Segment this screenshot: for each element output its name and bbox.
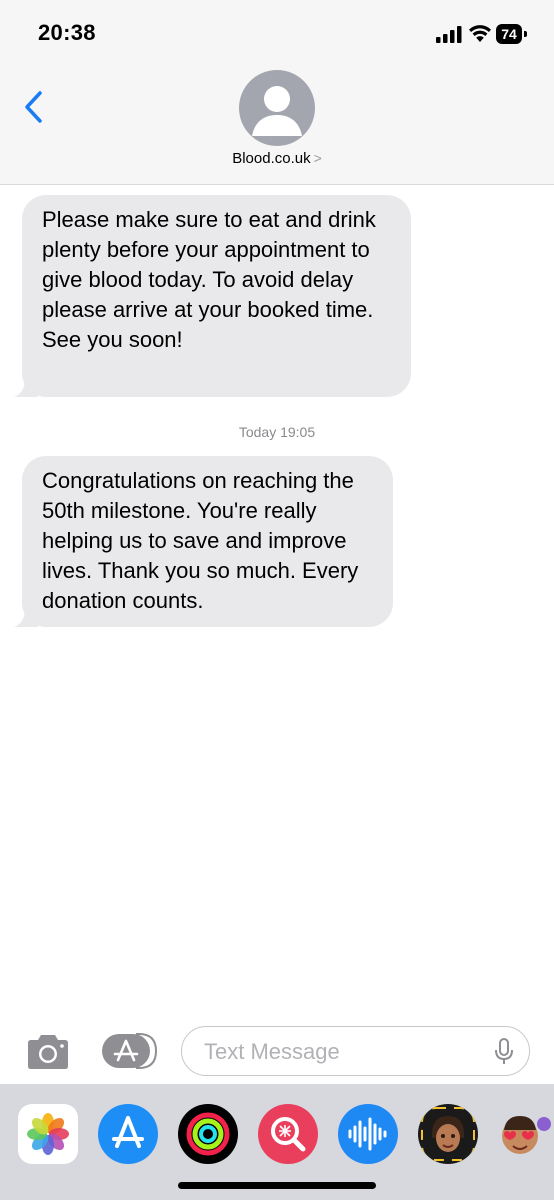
message-bubble[interactable]: Congratulations on reaching the 50th mil… [14, 456, 393, 627]
search-web-icon[interactable] [258, 1104, 318, 1164]
status-bar: 20:38 74 [0, 0, 554, 70]
chevron-left-icon [25, 91, 42, 123]
fitness-icon[interactable] [178, 1104, 238, 1164]
message-text: Congratulations on reaching the 50th mil… [42, 468, 359, 613]
microphone-icon[interactable] [494, 1038, 514, 1066]
back-button[interactable] [22, 90, 46, 124]
message-input[interactable] [202, 1035, 486, 1069]
camera-button[interactable] [24, 1033, 72, 1071]
memoji-icon[interactable] [418, 1104, 478, 1164]
photos-icon[interactable] [18, 1104, 78, 1164]
message-text: Please make sure to eat and drink plenty… [42, 207, 376, 352]
app-store-apps-icon [102, 1033, 158, 1069]
person-icon [252, 86, 302, 136]
message-bubble[interactable]: Please make sure to eat and drink plenty… [14, 195, 411, 397]
apps-button[interactable] [102, 1032, 158, 1070]
audio-message-icon[interactable] [338, 1104, 398, 1164]
contact-name-button[interactable]: Blood.co.uk > [0, 150, 554, 167]
cellular-signal-icon [436, 26, 462, 43]
timestamp-time: 19:05 [280, 424, 316, 440]
avatar[interactable] [239, 70, 315, 146]
battery-icon: 74 [496, 24, 528, 44]
message-input-field[interactable] [181, 1026, 530, 1076]
home-indicator[interactable] [178, 1182, 376, 1189]
memoji-stickers-icon[interactable] [498, 1104, 554, 1164]
app-store-icon[interactable] [98, 1104, 158, 1164]
contact-name: Blood.co.uk [232, 150, 311, 167]
wifi-icon [469, 25, 491, 42]
message-timestamp: Today 19:05 [0, 424, 554, 440]
bubble-tail [14, 381, 38, 397]
chevron-right-icon: > [313, 150, 322, 166]
camera-icon [28, 1035, 68, 1069]
battery-level: 74 [496, 24, 522, 44]
status-time: 20:38 [38, 20, 96, 45]
bubble-tail [14, 611, 38, 627]
timestamp-day: Today [238, 424, 277, 440]
